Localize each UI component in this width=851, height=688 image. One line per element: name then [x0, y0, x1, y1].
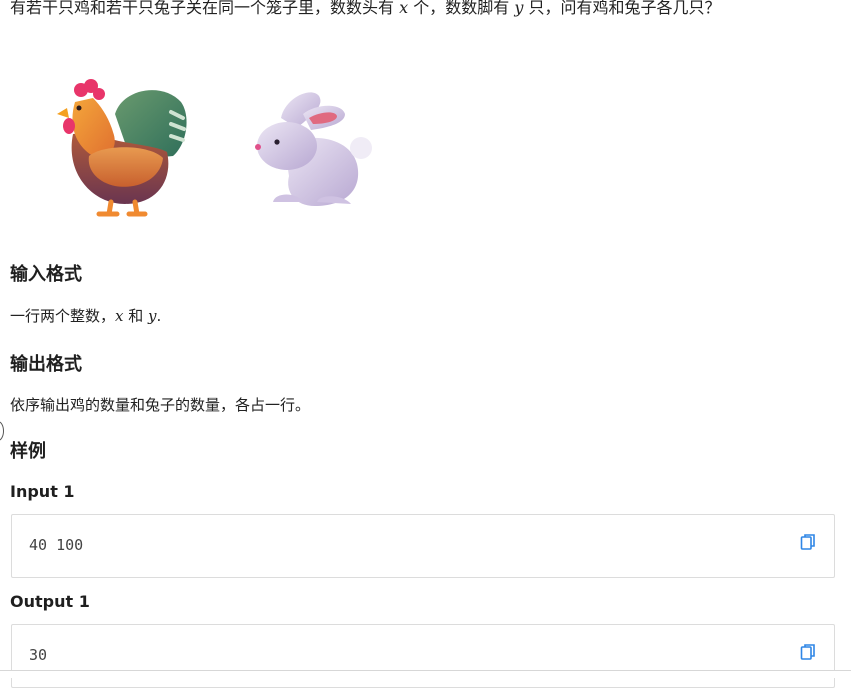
input-format-heading: 输入格式: [10, 264, 82, 285]
sample-input-label: Input 1: [10, 482, 75, 501]
math-var-y: y: [514, 0, 524, 17]
copy-icon[interactable]: [800, 643, 816, 661]
rabbit-icon: [255, 92, 372, 206]
sample-input-value: 40 100: [29, 536, 84, 554]
copy-icon[interactable]: [800, 533, 816, 551]
problem-statement: 有若干只鸡和若干只兔子关在同一个笼子里，数数头有 x 个，数数脚有 y 只，问有…: [10, 0, 720, 19]
rooster-icon: [57, 79, 187, 217]
sample-output-label: Output 1: [10, 592, 90, 611]
sample-output-box: 30: [11, 624, 835, 688]
input-format-text-part: 一行两个整数，: [10, 307, 116, 325]
output-format-text: 依序输出鸡的数量和兔子的数量，各占一行。: [10, 396, 311, 414]
input-format-text: 一行两个整数，x 和 y.: [10, 305, 161, 327]
sample-output-value: 30: [29, 646, 48, 664]
scroll-handle[interactable]: [0, 421, 4, 441]
input-format-text-part: 和: [123, 307, 149, 325]
input-format-text-part: .: [156, 307, 162, 325]
math-var-x: x: [399, 0, 409, 17]
problem-text-part: 有若干只鸡和若干只兔子关在同一个笼子里，数数头有: [10, 0, 400, 17]
samples-heading: 样例: [10, 441, 46, 462]
output-format-heading: 输出格式: [10, 354, 82, 375]
sample-input-box: 40 100: [11, 514, 835, 578]
problem-text-part: 个，数数脚有: [408, 0, 515, 17]
math-var-y: y: [148, 307, 157, 325]
bottom-divider: [0, 670, 851, 678]
problem-text-part: 只，问有鸡和兔子各几只？: [523, 0, 721, 17]
illustration: [45, 68, 385, 218]
